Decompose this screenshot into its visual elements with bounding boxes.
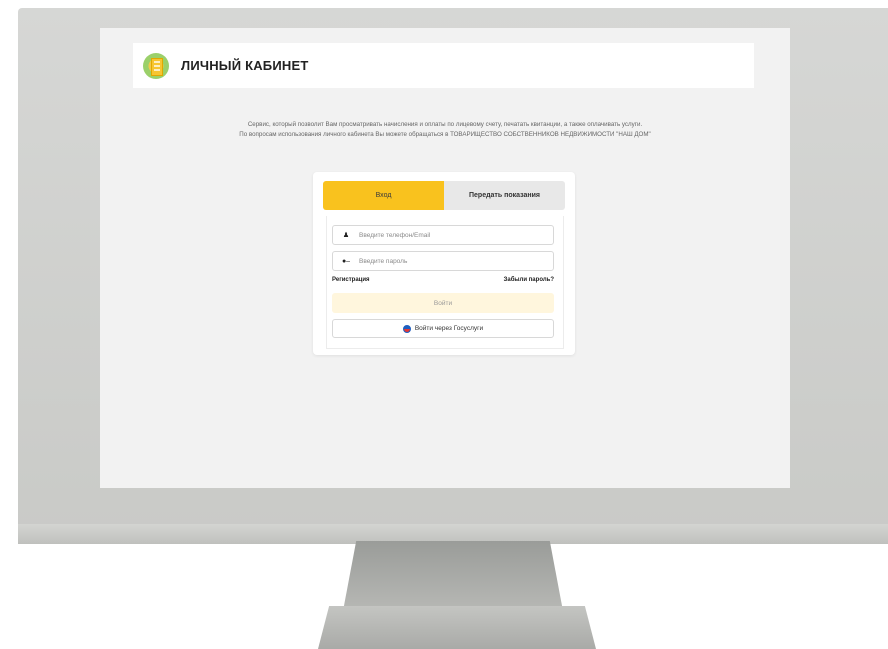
password-placeholder: Введите пароль (359, 257, 408, 265)
password-input[interactable]: ●– Введите пароль (332, 251, 554, 271)
building-logo-icon (143, 52, 169, 79)
monitor-screen: ЛИЧНЫЙ КАБИНЕТ Сервис, который позволит … (100, 28, 790, 488)
user-icon: ♟ (342, 232, 350, 239)
login-tabs: Вход Передать показания (323, 181, 565, 210)
page-title: ЛИЧНЫЙ КАБИНЕТ (181, 58, 309, 73)
register-link[interactable]: Регистрация (332, 277, 370, 283)
tab-submit-readings[interactable]: Передать показания (444, 181, 565, 210)
forgot-password-link[interactable]: Забыли пароль? (504, 277, 554, 283)
login-card: Вход Передать показания ♟ Введите телефо… (313, 172, 575, 355)
login-form: ♟ Введите телефон/Email ●– Введите парол… (326, 216, 564, 349)
gosuslugi-login-button[interactable]: Войти через Госуслуги (332, 319, 554, 338)
monitor-stand-neck (343, 541, 563, 611)
page-header: ЛИЧНЫЙ КАБИНЕТ (133, 43, 754, 88)
service-description: Сервис, который позволит Вам просматрива… (100, 120, 790, 140)
key-icon: ●– (341, 257, 351, 265)
description-line-1: Сервис, который позволит Вам просматрива… (247, 121, 643, 128)
gosuslugi-icon (402, 324, 411, 333)
login-button[interactable]: Войти (332, 293, 554, 313)
gosuslugi-button-label: Войти через Госуслуги (414, 325, 484, 332)
tab-login[interactable]: Вход (323, 181, 444, 210)
phone-email-input[interactable]: ♟ Введите телефон/Email (332, 225, 554, 245)
description-line-2: По вопросам использования личного кабине… (239, 131, 651, 138)
monitor-stand-base (318, 606, 596, 649)
phone-email-placeholder: Введите телефон/Email (359, 231, 431, 239)
